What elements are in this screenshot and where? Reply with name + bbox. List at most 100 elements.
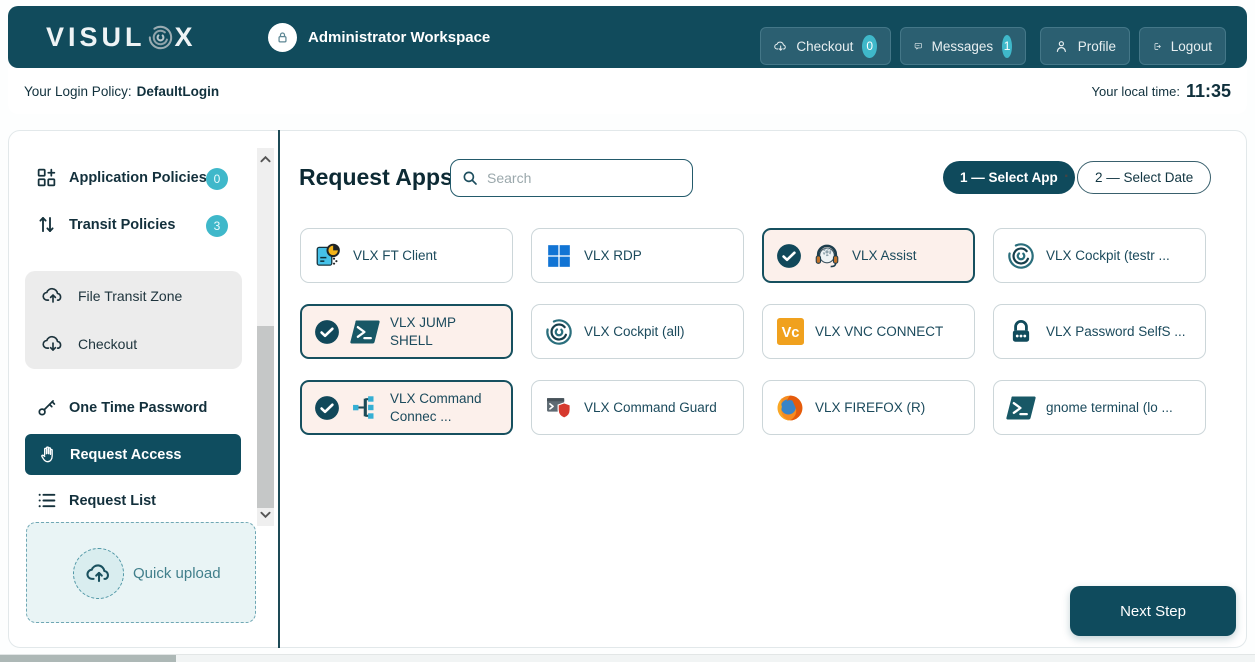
logout-label: Logout: [1171, 39, 1212, 54]
profile-button[interactable]: Profile: [1040, 27, 1130, 65]
screen: VISUL X Administrator Workspace Checkout…: [0, 0, 1255, 662]
sidebar-item-file-transit-zone[interactable]: File Transit Zone: [42, 285, 182, 307]
sidebar-item-one-time-password[interactable]: One Time Password: [36, 397, 207, 418]
search-input[interactable]: [487, 170, 682, 186]
sidebar-item-request-access[interactable]: Request Access: [25, 434, 241, 475]
app-header: VISUL X Administrator Workspace Checkout…: [8, 6, 1247, 68]
quick-upload-dropzone[interactable]: Quick upload: [26, 522, 256, 623]
app-label: VLX Command Guard: [584, 399, 717, 417]
logo-text-2: X: [175, 22, 197, 53]
app-label: VLX Assist: [852, 247, 917, 265]
step-separator: ·: [1064, 168, 1069, 186]
firefox-icon: [775, 393, 805, 423]
sidebar-item-checkout[interactable]: Checkout: [42, 333, 137, 355]
app-card-firefox[interactable]: VLX FIREFOX (R): [762, 380, 975, 435]
file-transit-zone-label: File Transit Zone: [78, 288, 182, 304]
request-list-label: Request List: [69, 493, 156, 509]
quick-upload-label: Quick upload: [133, 523, 221, 624]
checkout-sidebar-label: Checkout: [78, 336, 137, 352]
command-connect-icon: [350, 393, 380, 423]
sidebar-divider: [278, 130, 280, 648]
app-card-assist[interactable]: VLX Assist: [762, 228, 975, 283]
app-label: VLX RDP: [584, 247, 642, 265]
sidebar-scrollbar-thumb[interactable]: [257, 326, 274, 508]
login-policy-label: Your Login Policy:: [24, 84, 132, 99]
app-card-gnome-terminal[interactable]: gnome terminal (lo ...: [993, 380, 1206, 435]
one-time-password-label: One Time Password: [69, 400, 207, 416]
selected-check-icon: [776, 243, 802, 269]
app-card-vnc-connect[interactable]: Vc VLX VNC CONNECT: [762, 304, 975, 359]
quick-upload-circle: [73, 548, 124, 599]
messages-icon: [914, 36, 923, 56]
arrows-up-down-icon: [36, 214, 57, 235]
transit-policies-label: Transit Policies: [69, 217, 175, 233]
app-label: VLX FT Client: [353, 247, 437, 265]
login-policy: Your Login Policy: DefaultLogin: [24, 68, 219, 114]
step-select-app[interactable]: 1 — Select App: [943, 161, 1075, 194]
horizontal-scrollbar[interactable]: [0, 654, 1255, 662]
app-card-ft-client[interactable]: VLX FT Client: [300, 228, 513, 283]
app-label: VLX Password SelfS ...: [1046, 323, 1186, 341]
local-time-label: Your local time:: [1092, 84, 1180, 99]
search-box: [450, 159, 693, 197]
list-icon: [36, 490, 57, 511]
app-label: VLX Cockpit (all): [584, 323, 685, 341]
app-card-cockpit-testr[interactable]: VLX Cockpit (testr ...: [993, 228, 1206, 283]
transit-policies-badge: 3: [206, 215, 228, 237]
app-label: VLX Command Connec ...: [390, 390, 501, 425]
command-guard-icon: [544, 393, 574, 423]
ft-client-icon: [313, 241, 343, 271]
selected-check-icon: [314, 395, 340, 421]
app-card-cockpit-all[interactable]: VLX Cockpit (all): [531, 304, 744, 359]
app-label: VLX VNC CONNECT: [815, 323, 943, 341]
cloud-download-icon: [774, 36, 787, 57]
sidebar-item-application-policies[interactable]: Application Policies: [36, 167, 207, 188]
messages-button[interactable]: Messages 1: [900, 27, 1026, 65]
next-step-button[interactable]: Next Step: [1070, 586, 1236, 636]
local-time-value: 11:35: [1186, 81, 1231, 102]
scroll-up-icon[interactable]: [257, 150, 274, 168]
profile-label: Profile: [1078, 39, 1116, 54]
messages-label: Messages: [932, 39, 994, 54]
app-card-command-guard[interactable]: VLX Command Guard: [531, 380, 744, 435]
app-card-rdp[interactable]: VLX RDP: [531, 228, 744, 283]
windows-icon: [544, 241, 574, 271]
step-select-date[interactable]: 2 — Select Date: [1077, 161, 1211, 194]
login-policy-value: DefaultLogin: [137, 84, 220, 99]
terminal-icon: [1006, 393, 1036, 423]
local-time: Your local time: 11:35: [1092, 68, 1231, 114]
policy-bar: Your Login Policy: DefaultLogin Your loc…: [8, 68, 1247, 114]
lock-icon: [275, 30, 290, 45]
workspace-lock-badge: [268, 23, 297, 52]
sidebar-scrollbar[interactable]: [257, 148, 274, 526]
application-policies-label: Application Policies: [69, 170, 207, 186]
page-title: Request Apps: [299, 164, 453, 191]
app-card-password-selfservice[interactable]: VLX Password SelfS ...: [993, 304, 1206, 359]
padlock-icon: [1006, 317, 1036, 347]
horizontal-scrollbar-thumb[interactable]: [0, 655, 176, 662]
checkout-button[interactable]: Checkout 0: [760, 27, 891, 65]
app-label: VLX FIREFOX (R): [815, 399, 925, 417]
vnc-icon: Vc: [775, 317, 805, 347]
application-policies-badge: 0: [206, 168, 228, 190]
workspace-title: Administrator Workspace: [308, 6, 490, 68]
logo: VISUL X: [46, 6, 197, 68]
logout-button[interactable]: Logout: [1139, 27, 1226, 65]
cloud-download-icon: [42, 333, 64, 355]
messages-count-badge: 1: [1002, 35, 1012, 58]
sidebar-item-transit-policies[interactable]: Transit Policies: [36, 214, 175, 235]
app-card-jump-shell[interactable]: VLX JUMP SHELL: [300, 304, 513, 359]
app-card-command-connect[interactable]: VLX Command Connec ...: [300, 380, 513, 435]
logo-text-1: VISUL: [46, 22, 146, 53]
checkout-count-badge: 0: [862, 35, 877, 58]
sidebar-subpanel: File Transit Zone Checkout: [25, 271, 242, 369]
sidebar-item-request-list[interactable]: Request List: [36, 490, 156, 511]
cockpit-spiral-icon: [544, 317, 574, 347]
scroll-down-icon[interactable]: [257, 506, 274, 524]
checkout-label: Checkout: [796, 39, 853, 54]
selected-check-icon: [314, 319, 340, 345]
cloud-upload-icon: [86, 561, 112, 587]
request-access-label: Request Access: [70, 447, 182, 463]
hand-icon: [38, 444, 59, 465]
logo-spiral-icon: [147, 24, 174, 51]
